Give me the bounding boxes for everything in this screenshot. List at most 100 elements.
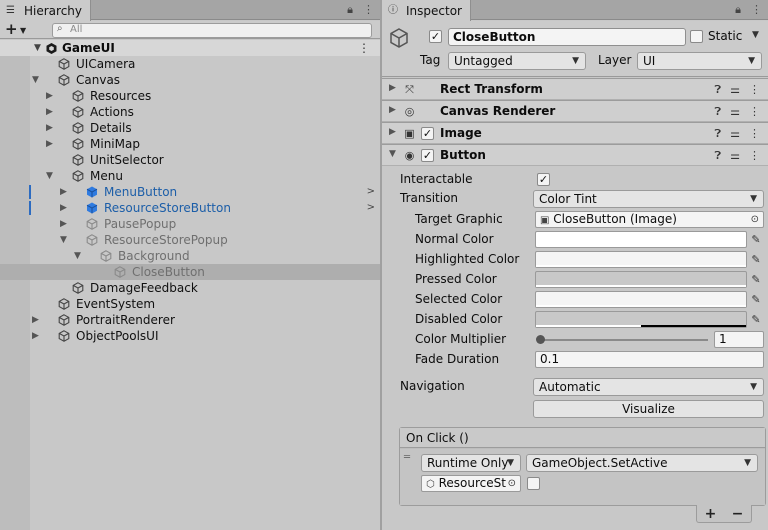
tree-item-unitselector[interactable]: UnitSelector: [0, 152, 380, 168]
tree-item-menubutton[interactable]: ▶ MenuButton >: [0, 184, 380, 200]
tree-item-minimap[interactable]: ▶ MiniMap: [0, 136, 380, 152]
tree-item-portraitrenderer[interactable]: ▶ PortraitRenderer: [0, 312, 380, 328]
drag-handle-icon[interactable]: ═: [404, 452, 410, 463]
object-name-field[interactable]: CloseButton: [448, 28, 686, 46]
tree-item-resources[interactable]: ▶ Resources: [0, 88, 380, 104]
preset-sliders-icon[interactable]: ⚌: [730, 127, 740, 141]
preset-sliders-icon[interactable]: ⚌: [730, 83, 740, 97]
fold-right-icon[interactable]: ▶: [46, 88, 53, 104]
scene-row[interactable]: ▼ GameUI ⋮: [0, 40, 380, 56]
color-multiplier-input[interactable]: 1: [714, 331, 764, 348]
disabled-color-swatch[interactable]: [535, 311, 747, 328]
more-menu-icon[interactable]: ⋮: [751, 3, 762, 17]
transition-dropdown[interactable]: Color Tint ▼: [533, 190, 764, 208]
tree-item-background[interactable]: ▼ Background: [0, 248, 380, 264]
eyedropper-icon[interactable]: ✎: [749, 251, 763, 268]
fade-duration-input[interactable]: 0.1: [535, 351, 764, 368]
component-image[interactable]: ▶ ▣ ✓ Image ❓︎ ⚌ ⋮: [382, 122, 768, 144]
fold-right-icon[interactable]: ▶: [389, 105, 396, 115]
tree-item-uicamera[interactable]: UICamera: [0, 56, 380, 72]
search-input[interactable]: ⌕ All: [52, 23, 372, 38]
eyedropper-icon[interactable]: ✎: [749, 291, 763, 308]
fold-down-icon[interactable]: ▼: [34, 43, 41, 53]
help-icon[interactable]: ❓︎: [715, 127, 722, 141]
preset-sliders-icon[interactable]: ⚌: [730, 105, 740, 119]
fold-down-icon[interactable]: ▼: [60, 232, 67, 248]
fold-down-icon[interactable]: ▼: [46, 168, 53, 184]
add-listener-button[interactable]: +: [705, 506, 717, 522]
tree-item-objectpoolsui[interactable]: ▶ ObjectPoolsUI: [0, 328, 380, 344]
tree-item-canvas[interactable]: ▼ Canvas: [0, 72, 380, 88]
help-icon[interactable]: ❓︎: [715, 149, 722, 163]
tree-item-resourcestorebutton[interactable]: ▶ ResourceStoreButton >: [0, 200, 380, 216]
tree-item-eventsystem[interactable]: EventSystem: [0, 296, 380, 312]
normal-color-swatch[interactable]: [535, 231, 747, 248]
component-menu-icon[interactable]: ⋮: [749, 149, 760, 163]
inspector-tab[interactable]: ⓘ Inspector: [382, 0, 471, 21]
color-multiplier-slider-track[interactable]: [540, 339, 708, 341]
chevron-right-icon[interactable]: >: [367, 184, 375, 200]
tree-item-pausepopup[interactable]: ▶ PausePopup: [0, 216, 380, 232]
target-object-field[interactable]: ⬡ ResourceSt ⊙: [421, 475, 521, 492]
lock-icon[interactable]: 🔒︎: [735, 3, 741, 17]
navigation-dropdown[interactable]: Automatic ▼: [533, 378, 764, 396]
eyedropper-icon[interactable]: ✎: [749, 231, 763, 248]
tree-item-actions[interactable]: ▶ Actions: [0, 104, 380, 120]
active-checkbox[interactable]: ✓: [429, 30, 442, 43]
help-icon[interactable]: ❓︎: [715, 105, 722, 119]
object-picker-icon[interactable]: ⊙: [751, 212, 759, 227]
function-dropdown[interactable]: GameObject.SetActive ▼: [526, 454, 758, 472]
interactable-checkbox[interactable]: ✓: [537, 173, 550, 186]
eyedropper-icon[interactable]: ✎: [749, 271, 763, 288]
lock-icon[interactable]: 🔒︎: [347, 3, 353, 17]
tree-item-damagefeedback[interactable]: DamageFeedback: [0, 280, 380, 296]
component-canvas-renderer[interactable]: ▶ ◎ Canvas Renderer ❓︎ ⚌ ⋮: [382, 100, 768, 122]
help-icon[interactable]: ❓︎: [715, 83, 722, 97]
create-plus-icon[interactable]: +: [5, 22, 18, 37]
tree-item-details[interactable]: ▶ Details: [0, 120, 380, 136]
layer-dropdown[interactable]: UI ▼: [637, 52, 762, 70]
color-multiplier-slider-thumb[interactable]: [536, 335, 545, 344]
selected-color-swatch[interactable]: [535, 291, 747, 308]
fold-down-icon[interactable]: ▼: [389, 149, 396, 159]
more-menu-icon[interactable]: ⋮: [363, 3, 374, 17]
remove-listener-button[interactable]: −: [732, 506, 744, 522]
fold-right-icon[interactable]: ▶: [60, 216, 67, 232]
component-menu-icon[interactable]: ⋮: [749, 127, 760, 141]
highlighted-color-swatch[interactable]: [535, 251, 747, 268]
runtime-dropdown[interactable]: Runtime Only ▼: [421, 454, 521, 472]
chevron-down-icon[interactable]: ▼: [20, 26, 26, 35]
hierarchy-tab[interactable]: ☰ Hierarchy: [0, 0, 92, 21]
static-checkbox[interactable]: [690, 30, 703, 43]
pressed-color-swatch[interactable]: [535, 271, 747, 288]
fold-right-icon[interactable]: ▶: [389, 127, 396, 137]
fold-right-icon[interactable]: ▶: [389, 83, 396, 93]
scene-menu-icon[interactable]: ⋮: [358, 40, 370, 56]
fold-right-icon[interactable]: ▶: [32, 312, 39, 328]
image-enabled-checkbox[interactable]: ✓: [421, 127, 434, 140]
tree-item-menu[interactable]: ▼ Menu: [0, 168, 380, 184]
tree-item-closebutton[interactable]: CloseButton: [0, 264, 380, 280]
button-enabled-checkbox[interactable]: ✓: [421, 149, 434, 162]
component-button[interactable]: ▼ ◉ ✓ Button ❓︎ ⚌ ⋮: [382, 144, 768, 166]
fold-right-icon[interactable]: ▶: [60, 184, 67, 200]
fold-down-icon[interactable]: ▼: [74, 248, 81, 264]
target-graphic-field[interactable]: ▣ CloseButton (Image) ⊙: [535, 211, 764, 228]
fold-right-icon[interactable]: ▶: [46, 136, 53, 152]
component-menu-icon[interactable]: ⋮: [749, 105, 760, 119]
chevron-right-icon[interactable]: >: [367, 200, 375, 216]
preset-sliders-icon[interactable]: ⚌: [730, 149, 740, 163]
component-menu-icon[interactable]: ⋮: [749, 83, 760, 97]
chevron-down-icon[interactable]: ▼: [752, 30, 759, 40]
set-active-checkbox[interactable]: [527, 477, 540, 490]
component-rect-transform[interactable]: ▶ ⤧ Rect Transform ❓︎ ⚌ ⋮: [382, 78, 768, 100]
fold-down-icon[interactable]: ▼: [32, 72, 39, 88]
fold-right-icon[interactable]: ▶: [46, 120, 53, 136]
fold-right-icon[interactable]: ▶: [32, 328, 39, 344]
eyedropper-icon[interactable]: ✎: [749, 311, 763, 328]
fold-right-icon[interactable]: ▶: [46, 104, 53, 120]
object-picker-icon[interactable]: ⊙: [508, 476, 516, 491]
tag-dropdown[interactable]: Untagged ▼: [448, 52, 586, 70]
fold-right-icon[interactable]: ▶: [60, 200, 67, 216]
visualize-button[interactable]: Visualize: [533, 400, 764, 418]
